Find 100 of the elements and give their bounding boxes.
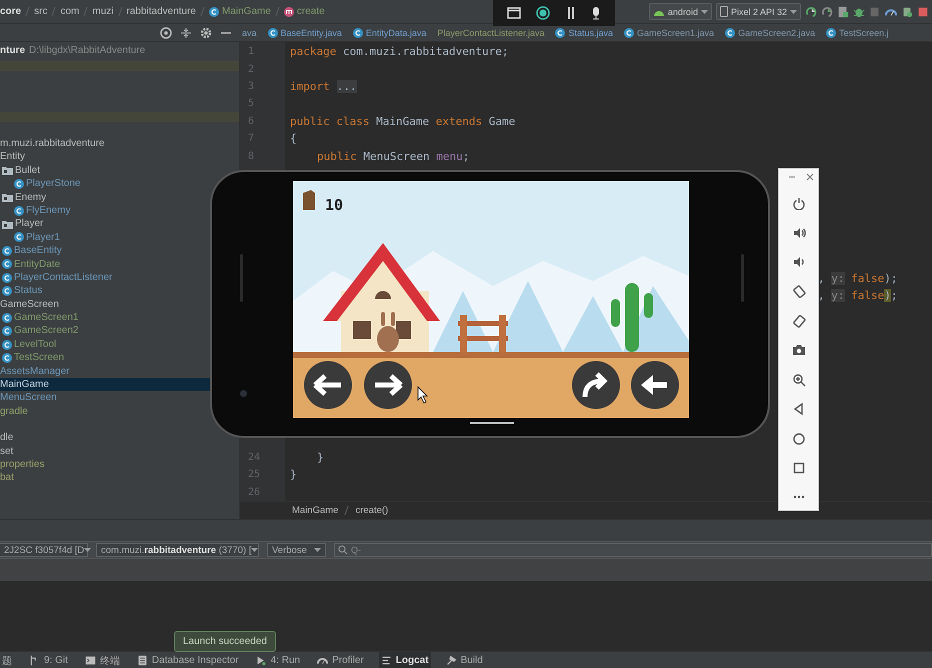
class-icon bbox=[555, 28, 566, 38]
device-manager-icon[interactable] bbox=[901, 6, 913, 18]
tree-item[interactable]: GameScreen1 bbox=[0, 311, 78, 324]
tree-item[interactable]: FlyEnemy bbox=[0, 204, 70, 218]
document-icon[interactable] bbox=[837, 6, 849, 18]
tree-item[interactable]: PlayerStone bbox=[0, 177, 80, 191]
move-right-button[interactable] bbox=[364, 361, 412, 409]
search-field[interactable]: Q- bbox=[334, 543, 932, 557]
camera-icon[interactable] bbox=[792, 343, 806, 358]
volume-up-icon[interactable] bbox=[792, 226, 806, 240]
class-icon bbox=[352, 28, 363, 38]
tool-window-tab[interactable]: 4: Run bbox=[254, 652, 302, 668]
tree-item[interactable]: EntityDate bbox=[0, 258, 60, 271]
tree-item[interactable]: Entity bbox=[0, 150, 26, 164]
rotate-right-icon[interactable] bbox=[792, 314, 806, 328]
apply-code-changes-icon[interactable] bbox=[821, 6, 833, 18]
tool-window-tab[interactable]: Database Inspector bbox=[134, 652, 241, 668]
breadcrumb-item[interactable]: core bbox=[0, 6, 22, 17]
tool-window-tab[interactable]: 终端 bbox=[82, 652, 122, 668]
home-icon[interactable] bbox=[792, 432, 806, 446]
tree-item[interactable]: Enemy bbox=[0, 190, 46, 204]
caret-icon bbox=[314, 548, 321, 552]
log-level-dropdown[interactable]: Verbose bbox=[267, 543, 326, 557]
class-icon bbox=[209, 6, 219, 16]
close-icon[interactable] bbox=[806, 173, 814, 181]
class-icon bbox=[268, 28, 278, 38]
tree-item[interactable]: Bullet bbox=[0, 164, 40, 178]
power-icon[interactable] bbox=[792, 196, 806, 210]
tree-item[interactable]: properties bbox=[0, 458, 44, 472]
breadcrumb-item[interactable]: src bbox=[34, 6, 48, 17]
tree-item[interactable]: BaseEntity bbox=[0, 244, 62, 258]
editor-tab[interactable]: BaseEntity.java bbox=[268, 24, 342, 40]
code-line: } bbox=[316, 451, 324, 464]
collapse-icon[interactable] bbox=[180, 26, 192, 38]
bug-icon[interactable] bbox=[853, 6, 865, 18]
tree-item[interactable]: m.muzi.rabbitadventure bbox=[0, 137, 104, 150]
code-line: package com.muzi.rabbitadventure; bbox=[289, 45, 509, 58]
zoom-icon[interactable] bbox=[792, 372, 806, 387]
tree-item[interactable]: TestScreen bbox=[0, 351, 64, 365]
breadcrumb-item[interactable]: com bbox=[60, 6, 80, 17]
editor-tab[interactable]: PlayerContactListener.java bbox=[437, 24, 544, 40]
breadcrumb-item[interactable]: rabbitadventure bbox=[126, 6, 196, 17]
tree-item[interactable]: AssetsManager bbox=[0, 364, 70, 378]
target-icon[interactable] bbox=[160, 26, 172, 38]
tree-item[interactable]: GameScreen2 bbox=[0, 324, 78, 338]
microphone-icon bbox=[591, 6, 602, 20]
tool-window-tab[interactable]: Build bbox=[444, 652, 485, 668]
apply-changes-icon[interactable] bbox=[805, 6, 817, 18]
tree-item[interactable]: MenuScreen bbox=[0, 391, 57, 405]
tool-window-tab[interactable]: 9: Git bbox=[27, 652, 70, 668]
tree-item[interactable]: dle bbox=[0, 431, 14, 445]
editor-tab[interactable]: EntityData.java bbox=[352, 24, 426, 40]
editor-tab[interactable]: GameScreen2.java bbox=[725, 24, 816, 40]
search-icon bbox=[338, 545, 348, 555]
run-configuration-dropdown[interactable]: android bbox=[648, 3, 712, 20]
back-icon[interactable] bbox=[792, 402, 806, 416]
tree-item[interactable]: Player1 bbox=[0, 230, 60, 244]
breadcrumb-item[interactable]: MainGame bbox=[292, 505, 338, 516]
breadcrumb-item[interactable]: MainGame bbox=[209, 6, 271, 17]
tree-item[interactable]: Player bbox=[0, 217, 44, 231]
tree-item[interactable]: gradle bbox=[0, 404, 28, 418]
editor-tab[interactable]: ava bbox=[242, 24, 257, 40]
class-icon bbox=[2, 259, 12, 270]
window-icon bbox=[506, 7, 521, 19]
tree-item[interactable]: GameScreen bbox=[0, 298, 59, 312]
tree-item[interactable]: MainGame bbox=[0, 378, 210, 392]
move-left-button[interactable] bbox=[304, 361, 352, 409]
overview-icon[interactable] bbox=[792, 460, 806, 475]
cactus-drawing bbox=[611, 283, 653, 352]
tree-item[interactable]: LevelTool bbox=[0, 338, 56, 352]
editor-tab[interactable]: GameScreen1.java bbox=[624, 24, 714, 40]
tree-item[interactable]: PlayerContactListener bbox=[0, 270, 112, 284]
logcat-icon bbox=[380, 655, 392, 666]
tool-window-tab[interactable]: 题 bbox=[0, 652, 14, 668]
caret-icon bbox=[790, 10, 797, 14]
tree-item[interactable]: bat bbox=[0, 471, 14, 485]
editor-tab[interactable]: Status.java bbox=[555, 24, 614, 40]
settings-icon[interactable] bbox=[200, 26, 212, 38]
shoot-button[interactable] bbox=[631, 361, 679, 409]
rotate-left-icon[interactable] bbox=[792, 284, 806, 299]
breadcrumb-item[interactable]: create() bbox=[355, 505, 388, 516]
tree-item[interactable]: set bbox=[0, 444, 14, 458]
stop-icon[interactable] bbox=[917, 6, 929, 18]
device-dropdown[interactable]: 2J2SC f3057f4d [D bbox=[0, 543, 88, 557]
volume-down-icon[interactable] bbox=[792, 255, 806, 270]
editor-tab[interactable]: TestScreen.j bbox=[826, 24, 889, 40]
tree-item[interactable]: Status bbox=[0, 284, 42, 298]
class-icon bbox=[624, 28, 634, 38]
tool-window-tab[interactable]: Profiler bbox=[315, 652, 366, 668]
jump-button[interactable] bbox=[572, 361, 620, 409]
code-line: public class MainGame extends Game bbox=[289, 114, 516, 128]
breadcrumb-item[interactable]: muzi bbox=[92, 6, 114, 17]
method-icon bbox=[284, 6, 294, 16]
fence-drawing bbox=[458, 315, 508, 352]
phone-icon bbox=[720, 6, 728, 17]
breadcrumb-item[interactable]: create bbox=[284, 6, 325, 17]
tool-window-tab[interactable]: Logcat bbox=[378, 652, 431, 668]
process-dropdown[interactable]: com.muzi.rabbitadventure (3770) [ bbox=[96, 543, 259, 557]
device-dropdown[interactable]: Pixel 2 API 32 bbox=[716, 3, 801, 20]
caret-icon bbox=[251, 548, 258, 552]
